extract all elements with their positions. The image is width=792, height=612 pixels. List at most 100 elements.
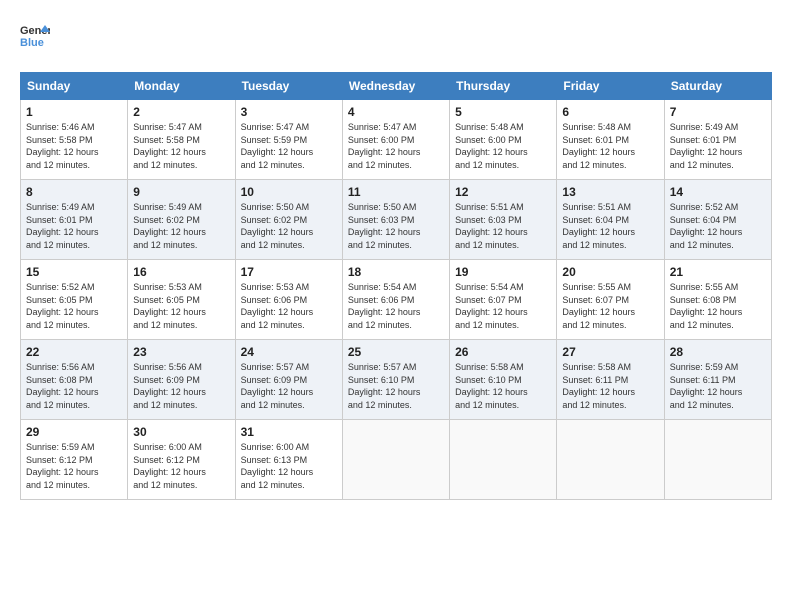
weekday-header-monday: Monday xyxy=(128,73,235,100)
day-number: 17 xyxy=(241,265,337,279)
day-number: 22 xyxy=(26,345,122,359)
calendar-cell: 26 Sunrise: 5:58 AMSunset: 6:10 PMDayligh… xyxy=(450,340,557,420)
day-info: Sunrise: 5:57 AMSunset: 6:10 PMDaylight:… xyxy=(348,361,444,411)
calendar-cell: 3 Sunrise: 5:47 AMSunset: 5:59 PMDaylight… xyxy=(235,100,342,180)
weekday-header-friday: Friday xyxy=(557,73,664,100)
day-info: Sunrise: 5:48 AMSunset: 6:01 PMDaylight:… xyxy=(562,121,658,171)
calendar-cell: 17 Sunrise: 5:53 AMSunset: 6:06 PMDayligh… xyxy=(235,260,342,340)
weekday-header-saturday: Saturday xyxy=(664,73,771,100)
day-number: 6 xyxy=(562,105,658,119)
general-blue-logo-icon: General Blue xyxy=(20,20,50,50)
calendar-cell: 19Sunrise: 5:54 AMSunset: 6:07 PMDayligh… xyxy=(450,260,557,340)
calendar-cell: 11 Sunrise: 5:50 AMSunset: 6:03 PMDayligh… xyxy=(342,180,449,260)
calendar-cell: 5 Sunrise: 5:48 AMSunset: 6:00 PMDaylight… xyxy=(450,100,557,180)
day-info: Sunrise: 5:58 AMSunset: 6:11 PMDaylight:… xyxy=(562,361,658,411)
day-info: Sunrise: 5:58 AMSunset: 6:10 PMDaylight:… xyxy=(455,361,551,411)
calendar-cell: 9 Sunrise: 5:49 AMSunset: 6:02 PMDaylight… xyxy=(128,180,235,260)
calendar-cell: 18 Sunrise: 5:54 AMSunset: 6:06 PMDayligh… xyxy=(342,260,449,340)
day-info: Sunrise: 5:53 AMSunset: 6:06 PMDaylight:… xyxy=(241,281,337,331)
day-number: 1 xyxy=(26,105,122,119)
calendar-cell: 31 Sunrise: 6:00 AMSunset: 6:13 PMDayligh… xyxy=(235,420,342,500)
day-info: Sunrise: 5:50 AMSunset: 6:03 PMDaylight:… xyxy=(348,201,444,251)
calendar-cell: 28 Sunrise: 5:59 AMSunset: 6:11 PMDayligh… xyxy=(664,340,771,420)
day-number: 23 xyxy=(133,345,229,359)
day-info: Sunrise: 5:59 AMSunset: 6:12 PMDaylight:… xyxy=(26,441,122,491)
day-number: 25 xyxy=(348,345,444,359)
calendar-cell: 16Sunrise: 5:53 AMSunset: 6:05 PMDayligh… xyxy=(128,260,235,340)
calendar-cell: 21Sunrise: 5:55 AMSunset: 6:08 PMDayligh… xyxy=(664,260,771,340)
day-info: Sunrise: 5:47 AMSunset: 5:59 PMDaylight:… xyxy=(241,121,337,171)
day-info: Sunrise: 5:49 AMSunset: 6:01 PMDaylight:… xyxy=(26,201,122,251)
calendar-cell: 2Sunrise: 5:47 AMSunset: 5:58 PMDaylight… xyxy=(128,100,235,180)
calendar-cell: 29 Sunrise: 5:59 AMSunset: 6:12 PMDayligh… xyxy=(21,420,128,500)
day-info: Sunrise: 5:46 AMSunset: 5:58 PMDaylight:… xyxy=(26,121,122,171)
day-number: 29 xyxy=(26,425,122,439)
day-number: 13 xyxy=(562,185,658,199)
day-info: Sunrise: 5:51 AMSunset: 6:04 PMDaylight:… xyxy=(562,201,658,251)
day-info: Sunrise: 5:59 AMSunset: 6:11 PMDaylight:… xyxy=(670,361,766,411)
day-info: Sunrise: 6:00 AMSunset: 6:13 PMDaylight:… xyxy=(241,441,337,491)
day-number: 8 xyxy=(26,185,122,199)
day-number: 11 xyxy=(348,185,444,199)
calendar-cell: 13 Sunrise: 5:51 AMSunset: 6:04 PMDayligh… xyxy=(557,180,664,260)
day-info: Sunrise: 5:48 AMSunset: 6:00 PMDaylight:… xyxy=(455,121,551,171)
day-number: 28 xyxy=(670,345,766,359)
calendar-cell: 30 Sunrise: 6:00 AMSunset: 6:12 PMDayligh… xyxy=(128,420,235,500)
svg-text:Blue: Blue xyxy=(20,37,44,49)
day-info: Sunrise: 5:57 AMSunset: 6:09 PMDaylight:… xyxy=(241,361,337,411)
day-info: Sunrise: 5:54 AMSunset: 6:06 PMDaylight:… xyxy=(348,281,444,331)
day-number: 26 xyxy=(455,345,551,359)
calendar-body: 1 Sunrise: 5:46 AMSunset: 5:58 PMDaylight… xyxy=(21,100,772,500)
calendar-table: SundayMondayTuesdayWednesdayThursdayFrid… xyxy=(20,72,772,500)
weekday-header-wednesday: Wednesday xyxy=(342,73,449,100)
day-number: 7 xyxy=(670,105,766,119)
calendar-cell: 22Sunrise: 5:56 AMSunset: 6:08 PMDayligh… xyxy=(21,340,128,420)
day-info: Sunrise: 5:54 AMSunset: 6:07 PMDaylight:… xyxy=(455,281,551,331)
day-number: 4 xyxy=(348,105,444,119)
day-number: 21 xyxy=(670,265,766,279)
calendar-cell xyxy=(664,420,771,500)
day-number: 31 xyxy=(241,425,337,439)
calendar-week-row: 22Sunrise: 5:56 AMSunset: 6:08 PMDayligh… xyxy=(21,340,772,420)
calendar-cell: 15 Sunrise: 5:52 AMSunset: 6:05 PMDayligh… xyxy=(21,260,128,340)
day-number: 18 xyxy=(348,265,444,279)
calendar-cell: 14 Sunrise: 5:52 AMSunset: 6:04 PMDayligh… xyxy=(664,180,771,260)
day-number: 14 xyxy=(670,185,766,199)
calendar-cell: 27 Sunrise: 5:58 AMSunset: 6:11 PMDayligh… xyxy=(557,340,664,420)
day-number: 3 xyxy=(241,105,337,119)
calendar-cell: 20Sunrise: 5:55 AMSunset: 6:07 PMDayligh… xyxy=(557,260,664,340)
day-info: Sunrise: 5:51 AMSunset: 6:03 PMDaylight:… xyxy=(455,201,551,251)
day-info: Sunrise: 5:50 AMSunset: 6:02 PMDaylight:… xyxy=(241,201,337,251)
day-info: Sunrise: 5:55 AMSunset: 6:07 PMDaylight:… xyxy=(562,281,658,331)
day-number: 30 xyxy=(133,425,229,439)
day-number: 15 xyxy=(26,265,122,279)
day-number: 9 xyxy=(133,185,229,199)
calendar-cell: 10Sunrise: 5:50 AMSunset: 6:02 PMDayligh… xyxy=(235,180,342,260)
weekday-header-row: SundayMondayTuesdayWednesdayThursdayFrid… xyxy=(21,73,772,100)
calendar-cell xyxy=(450,420,557,500)
day-info: Sunrise: 5:52 AMSunset: 6:04 PMDaylight:… xyxy=(670,201,766,251)
weekday-header-sunday: Sunday xyxy=(21,73,128,100)
day-info: Sunrise: 5:47 AMSunset: 6:00 PMDaylight:… xyxy=(348,121,444,171)
weekday-header-tuesday: Tuesday xyxy=(235,73,342,100)
calendar-cell xyxy=(557,420,664,500)
day-number: 5 xyxy=(455,105,551,119)
calendar-week-row: 8 Sunrise: 5:49 AMSunset: 6:01 PMDaylight… xyxy=(21,180,772,260)
day-info: Sunrise: 5:49 AMSunset: 6:01 PMDaylight:… xyxy=(670,121,766,171)
day-number: 27 xyxy=(562,345,658,359)
day-info: Sunrise: 5:49 AMSunset: 6:02 PMDaylight:… xyxy=(133,201,229,251)
day-info: Sunrise: 5:56 AMSunset: 6:09 PMDaylight:… xyxy=(133,361,229,411)
day-info: Sunrise: 5:47 AMSunset: 5:58 PMDaylight:… xyxy=(133,121,229,171)
calendar-cell: 24Sunrise: 5:57 AMSunset: 6:09 PMDayligh… xyxy=(235,340,342,420)
calendar-cell: 8 Sunrise: 5:49 AMSunset: 6:01 PMDaylight… xyxy=(21,180,128,260)
day-info: Sunrise: 6:00 AMSunset: 6:12 PMDaylight:… xyxy=(133,441,229,491)
calendar-cell: 4 Sunrise: 5:47 AMSunset: 6:00 PMDaylight… xyxy=(342,100,449,180)
calendar-week-row: 15 Sunrise: 5:52 AMSunset: 6:05 PMDayligh… xyxy=(21,260,772,340)
calendar-week-row: 1 Sunrise: 5:46 AMSunset: 5:58 PMDaylight… xyxy=(21,100,772,180)
day-number: 12 xyxy=(455,185,551,199)
calendar-cell: 25 Sunrise: 5:57 AMSunset: 6:10 PMDayligh… xyxy=(342,340,449,420)
calendar-cell xyxy=(342,420,449,500)
weekday-header-thursday: Thursday xyxy=(450,73,557,100)
calendar-cell: 1 Sunrise: 5:46 AMSunset: 5:58 PMDaylight… xyxy=(21,100,128,180)
day-info: Sunrise: 5:52 AMSunset: 6:05 PMDaylight:… xyxy=(26,281,122,331)
